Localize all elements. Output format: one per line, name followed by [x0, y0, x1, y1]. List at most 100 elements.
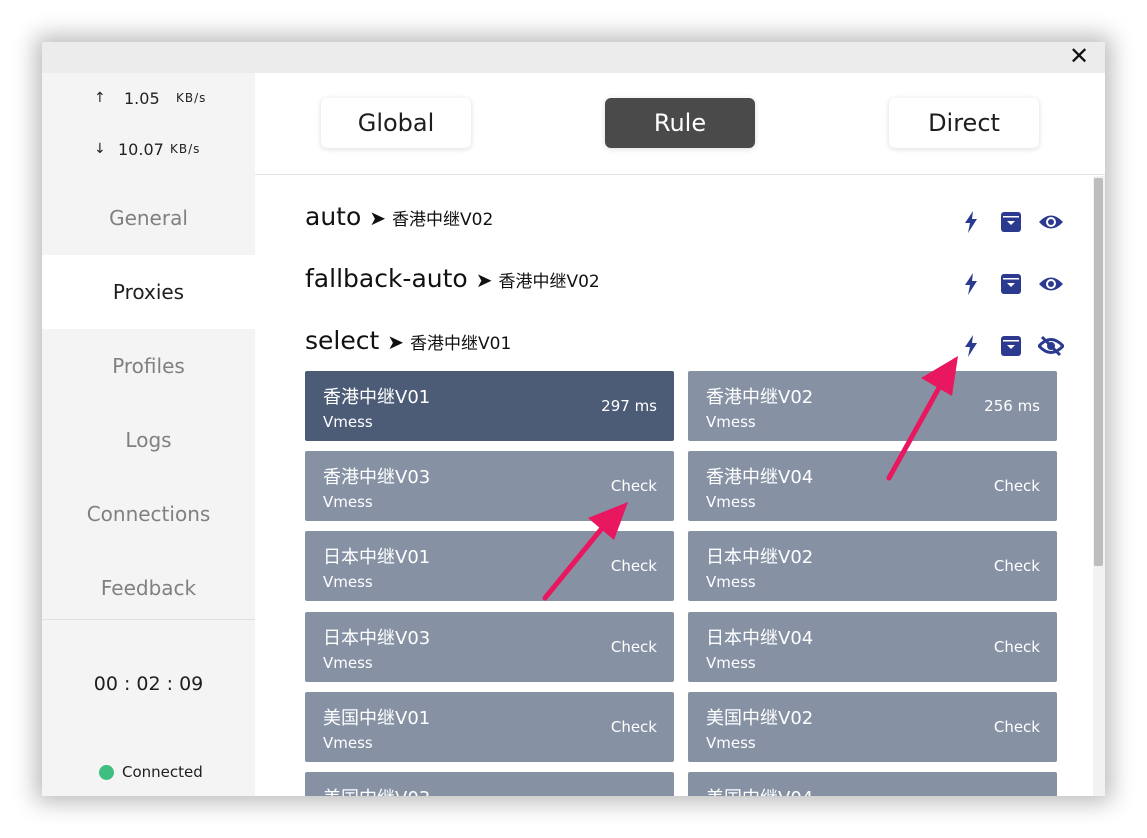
upload-speed: ↑ 1.05 KB/s — [94, 87, 206, 109]
proxy-card[interactable]: 香港中继V01 Vmess 297 ms — [305, 371, 674, 441]
main-panel: Global Rule Direct auto ➤ 香港中继V02 fallba… — [255, 73, 1105, 796]
proxy-name: 美国中继V02 — [706, 708, 814, 729]
download-unit: KB/s — [170, 142, 201, 156]
sidebar-divider — [42, 619, 255, 620]
proxy-type: Vmess — [706, 413, 756, 431]
arrow-right-icon: ➤ — [369, 208, 387, 230]
scrollbar-track[interactable] — [1093, 176, 1105, 796]
group-fallback-auto-actions — [951, 267, 1071, 301]
archive-icon[interactable] — [991, 332, 1031, 360]
proxy-name: 香港中继V03 — [323, 467, 431, 488]
group-current-proxy: 香港中继V02 — [392, 210, 494, 230]
sidebar-item-feedback[interactable]: Feedback — [42, 551, 255, 625]
group-current-proxy: 香港中继V02 — [498, 272, 600, 292]
group-auto-actions — [951, 205, 1071, 239]
proxy-card[interactable]: 美国中继V04 — [688, 772, 1057, 796]
proxy-check-button[interactable]: Check — [994, 718, 1040, 736]
proxy-list[interactable]: auto ➤ 香港中继V02 fallback-auto ➤ 香港中继V02 s… — [255, 176, 1105, 796]
proxy-name: 日本中继V04 — [706, 628, 814, 649]
group-name: select — [305, 326, 380, 355]
proxy-name: 美国中继V01 — [323, 708, 431, 729]
proxy-check-button[interactable]: Check — [994, 477, 1040, 495]
proxy-card[interactable]: 美国中继V03 — [305, 772, 674, 796]
lightning-icon[interactable] — [951, 270, 991, 298]
proxy-delay: 256 ms — [984, 397, 1040, 415]
proxy-type: Vmess — [323, 493, 373, 511]
archive-icon[interactable] — [991, 270, 1031, 298]
upload-unit: KB/s — [176, 91, 207, 105]
proxy-card[interactable]: 美国中继V02 Vmess Check — [688, 692, 1057, 762]
proxy-check-button[interactable]: Check — [611, 718, 657, 736]
proxy-name: 美国中继V04 — [706, 784, 813, 796]
download-arrow-icon: ↓ — [94, 141, 106, 157]
group-name: fallback-auto — [305, 264, 468, 293]
mode-global-button[interactable]: Global — [321, 98, 471, 148]
proxy-check-button[interactable]: Check — [994, 557, 1040, 575]
proxy-type: Vmess — [706, 573, 756, 591]
title-bar: ✕ — [42, 42, 1105, 73]
group-name: auto — [305, 202, 362, 231]
proxy-check-button[interactable]: Check — [611, 638, 657, 656]
lightning-icon[interactable] — [951, 332, 991, 360]
eye-slash-icon[interactable] — [1031, 332, 1071, 360]
proxy-name: 香港中继V04 — [706, 467, 814, 488]
proxy-check-button[interactable]: Check — [611, 477, 657, 495]
traffic-panel: ↑ 1.05 KB/s ↓ 10.07 KB/s — [42, 73, 255, 175]
sidebar-item-proxies[interactable]: Proxies — [42, 255, 255, 329]
proxy-card[interactable]: 日本中继V04 Vmess Check — [688, 612, 1057, 682]
proxy-name: 日本中继V02 — [706, 547, 814, 568]
mode-rule-button[interactable]: Rule — [605, 98, 755, 148]
proxy-type: Vmess — [706, 654, 756, 672]
proxy-type: Vmess — [706, 493, 756, 511]
proxy-type: Vmess — [323, 734, 373, 752]
sidebar-item-logs[interactable]: Logs — [42, 403, 255, 477]
connection-status: Connected — [99, 763, 203, 781]
proxy-card[interactable]: 美国中继V01 Vmess Check — [305, 692, 674, 762]
archive-icon[interactable] — [991, 208, 1031, 236]
proxy-type: Vmess — [323, 654, 373, 672]
mode-direct-button[interactable]: Direct — [889, 98, 1039, 148]
eye-icon[interactable] — [1031, 208, 1071, 236]
group-select-actions — [951, 329, 1071, 363]
proxy-card[interactable]: 香港中继V02 Vmess 256 ms — [688, 371, 1057, 441]
arrow-right-icon: ➤ — [475, 270, 493, 292]
download-speed: ↓ 10.07 KB/s — [94, 138, 200, 160]
proxy-check-button[interactable]: Check — [994, 638, 1040, 656]
sidebar-item-general[interactable]: General — [42, 181, 255, 255]
uptime-timer: 00 : 02 : 09 — [93, 673, 204, 695]
sidebar-item-connections[interactable]: Connections — [42, 477, 255, 551]
group-select-header: select ➤ 香港中继V01 — [305, 326, 511, 360]
status-dot-icon — [99, 764, 114, 780]
status-label: Connected — [122, 763, 203, 781]
upload-arrow-icon: ↑ — [94, 90, 106, 106]
proxy-card[interactable]: 香港中继V03 Vmess Check — [305, 451, 674, 521]
mode-switcher: Global Rule Direct — [255, 73, 1105, 175]
proxy-card[interactable]: 香港中继V04 Vmess Check — [688, 451, 1057, 521]
close-button[interactable]: ✕ — [1067, 45, 1091, 69]
proxy-name: 美国中继V03 — [323, 784, 430, 796]
lightning-icon[interactable] — [951, 208, 991, 236]
sidebar: ↑ 1.05 KB/s ↓ 10.07 KB/s General Proxies… — [42, 73, 255, 796]
eye-icon[interactable] — [1031, 270, 1071, 298]
scrollbar-thumb[interactable] — [1094, 178, 1103, 566]
group-auto-header: auto ➤ 香港中继V02 — [305, 202, 493, 236]
proxy-name: 香港中继V01 — [323, 387, 431, 408]
upload-value: 1.05 — [124, 88, 160, 108]
group-fallback-auto-header: fallback-auto ➤ 香港中继V02 — [305, 264, 600, 298]
proxy-name: 香港中继V02 — [706, 387, 814, 408]
proxy-card[interactable]: 日本中继V01 Vmess Check — [305, 531, 674, 601]
group-current-proxy: 香港中继V01 — [410, 334, 512, 354]
proxy-check-button[interactable]: Check — [611, 557, 657, 575]
proxy-type: Vmess — [323, 573, 373, 591]
sidebar-item-profiles[interactable]: Profiles — [42, 329, 255, 403]
proxy-delay: 297 ms — [601, 397, 657, 415]
app-window: ✕ ↑ 1.05 KB/s ↓ 10.07 KB/s General Proxi… — [42, 42, 1105, 796]
arrow-right-icon: ➤ — [387, 332, 405, 354]
proxy-name: 日本中继V03 — [323, 628, 431, 649]
proxy-type: Vmess — [323, 413, 373, 431]
proxy-card[interactable]: 日本中继V02 Vmess Check — [688, 531, 1057, 601]
download-value: 10.07 — [118, 139, 164, 159]
proxy-card[interactable]: 日本中继V03 Vmess Check — [305, 612, 674, 682]
proxy-name: 日本中继V01 — [323, 547, 431, 568]
proxy-type: Vmess — [706, 734, 756, 752]
